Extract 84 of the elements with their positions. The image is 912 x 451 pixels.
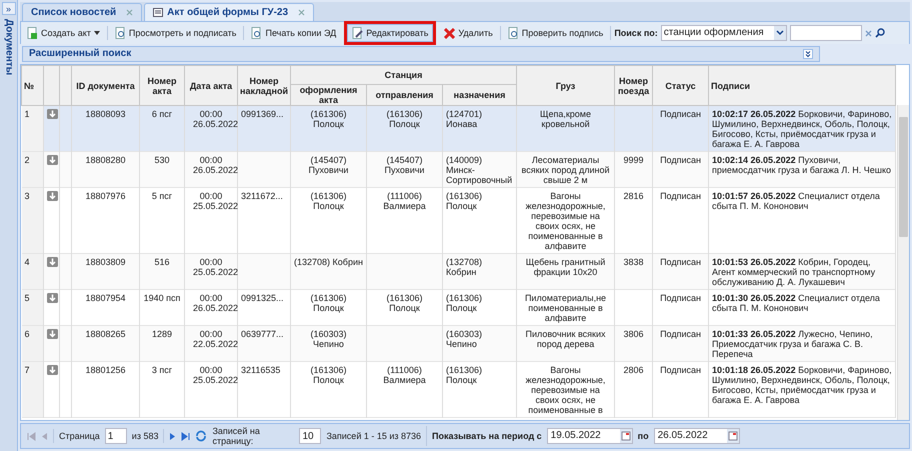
document-search-icon <box>508 27 519 39</box>
document-search-icon <box>251 27 262 39</box>
column-header[interactable]: Номер акта <box>140 66 184 106</box>
row-number: 5 <box>22 290 44 326</box>
table-cell: (161306) Полоцк <box>290 362 366 418</box>
table-cell: Вагоны железнодорожные, перевозимые на своих осях, не поименованные в <box>516 362 615 418</box>
row-number: 7 <box>22 362 44 418</box>
row-number: 4 <box>22 254 44 290</box>
toolbar-button[interactable]: Создать акт <box>23 24 104 42</box>
toolbar-button[interactable]: Редактировать <box>347 24 434 42</box>
page-count: из 583 <box>132 431 158 441</box>
close-icon[interactable] <box>126 9 134 16</box>
toolbar-button[interactable]: Проверить подпись <box>504 24 608 42</box>
column-header[interactable]: ID документа <box>72 66 140 106</box>
row-number: 1 <box>22 106 44 152</box>
column-header[interactable]: Дата акта <box>184 66 238 106</box>
table-cell: 2806 <box>614 362 653 418</box>
period-label: Показывать на период с <box>432 431 542 441</box>
refresh-icon[interactable] <box>195 430 208 442</box>
advanced-search-title: Расширенный поиск <box>29 49 132 59</box>
last-page-icon[interactable] <box>181 432 190 440</box>
advanced-search-bar[interactable]: Расширенный поиск <box>22 46 820 62</box>
column-header[interactable]: оформления акта <box>290 84 366 106</box>
period-to-label: по <box>638 431 649 441</box>
column-header[interactable]: отправления <box>366 84 442 106</box>
date-field[interactable]: 26.05.2022 <box>654 428 740 444</box>
clear-icon[interactable] <box>864 30 872 36</box>
expand-icon[interactable] <box>803 49 813 59</box>
table-cell: 32116535 <box>238 362 290 418</box>
row-number: 6 <box>22 326 44 362</box>
per-page-label: Записей на страницу: <box>212 426 261 446</box>
column-header[interactable]: Груз <box>516 66 615 106</box>
records-info: Записей 1 - 15 из 8736 <box>326 431 422 441</box>
table-cell: 10:01:18 26.05.2022 Борковичи, Фариново, Шумилино, Верхнедвинск, Оболь, Полоцк, Бигосово, Ксты, приёмосдатчик груза и багажа Е. А. Гаврова <box>708 362 896 418</box>
download-icon[interactable] <box>47 155 58 165</box>
column-header[interactable]: назначения <box>442 84 517 106</box>
tab-label: Список новостей <box>31 8 116 18</box>
toolbar-button[interactable]: Просмотреть и подписать <box>110 24 240 42</box>
column-header[interactable]: Подписи <box>708 66 896 106</box>
tab[interactable]: Список новостей <box>22 3 142 21</box>
page-label: Страница <box>59 431 100 441</box>
download-icon[interactable] <box>47 257 58 267</box>
column-header: Станция <box>290 66 517 84</box>
scrollbar[interactable] <box>897 105 909 420</box>
document-edit-icon <box>352 27 364 39</box>
column-header[interactable]: Номер поезда <box>614 66 653 106</box>
delete-button[interactable]: Удалить <box>440 24 497 42</box>
table-cell: (111006) Валмиера <box>366 362 442 418</box>
close-icon[interactable] <box>298 9 306 16</box>
download-icon[interactable] <box>47 109 58 119</box>
search-icon[interactable] <box>874 28 885 38</box>
tab-label: Акт общей формы ГУ-23 <box>167 8 288 18</box>
next-page-icon[interactable] <box>169 432 176 440</box>
tab[interactable]: Акт общей формы ГУ-23 <box>144 3 314 21</box>
document-add-icon <box>27 27 38 39</box>
dropdown-icon <box>774 26 786 40</box>
row-number: 2 <box>22 152 44 188</box>
page-field[interactable]: 1 <box>104 428 127 444</box>
download-icon[interactable] <box>47 329 58 339</box>
caret-icon <box>94 31 100 35</box>
download-icon[interactable] <box>47 293 58 303</box>
table-cell: 18801256 <box>72 362 140 418</box>
delete-icon <box>444 28 456 38</box>
column-header[interactable]: Номер накладной <box>238 66 290 106</box>
search-label: Поиск по: <box>614 28 658 38</box>
download-icon[interactable] <box>47 191 58 201</box>
download-icon[interactable] <box>47 365 58 375</box>
calendar-icon[interactable] <box>620 429 632 443</box>
search-field[interactable] <box>790 25 862 41</box>
column-header[interactable]: Статус <box>652 66 709 106</box>
table-cell: 00:00 25.05.2022 <box>184 362 238 418</box>
per-page-field[interactable]: 10 <box>299 428 322 444</box>
column-header: № <box>22 66 44 106</box>
calendar-icon[interactable] <box>726 429 739 443</box>
toolbar-button[interactable]: Печать копии ЭД <box>247 24 340 42</box>
table-cell: (161306) Полоцк <box>442 362 517 418</box>
search-by-select[interactable]: станции оформления <box>660 25 787 41</box>
panel-title: Документы <box>4 19 14 76</box>
date-field[interactable]: 19.05.2022 <box>546 428 633 444</box>
document-search-icon <box>114 27 126 39</box>
table-cell: 3 псг <box>140 362 184 418</box>
expand-button[interactable]: » <box>2 2 16 15</box>
row-number: 3 <box>22 188 44 254</box>
table-cell: Подписан <box>652 362 709 418</box>
